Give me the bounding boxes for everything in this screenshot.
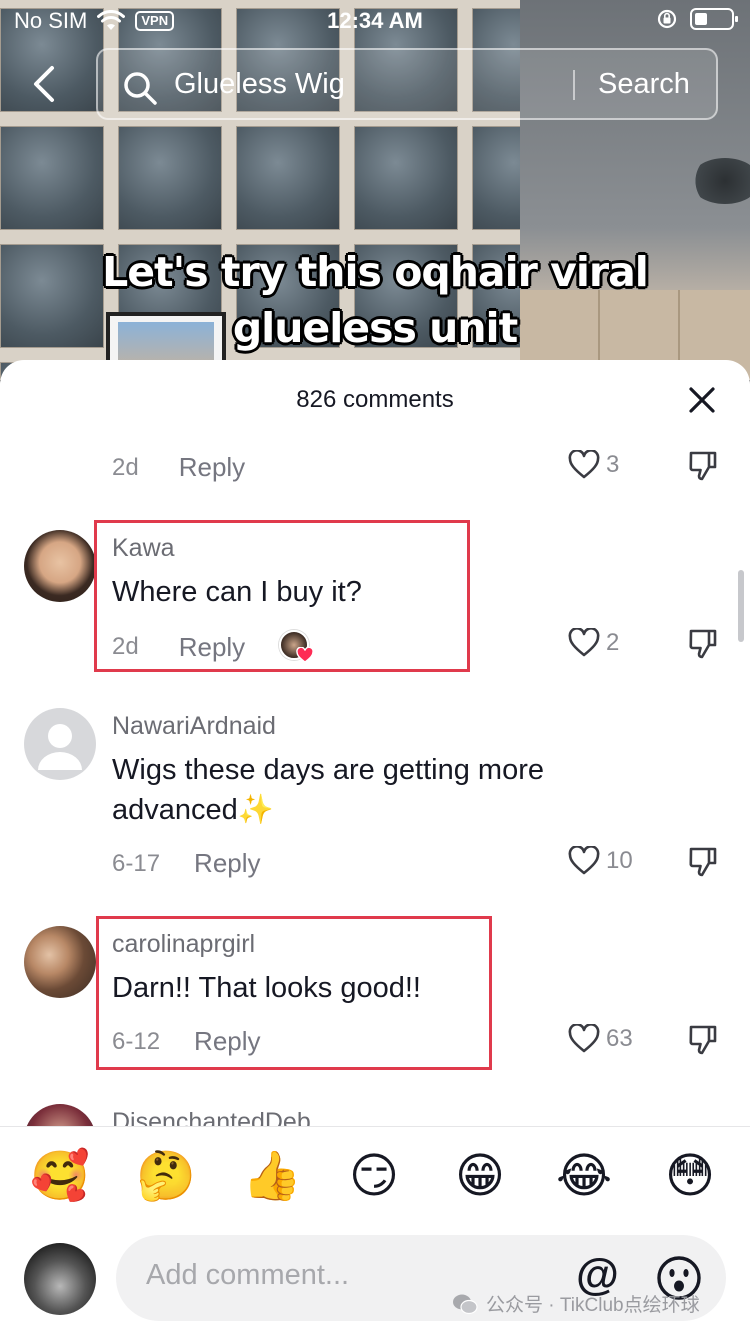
comment-text: advanced✨ bbox=[112, 794, 274, 826]
video-caption-line2: glueless unit bbox=[232, 304, 518, 352]
avatar[interactable] bbox=[24, 708, 96, 780]
comment-text: Wigs these days are getting more bbox=[112, 754, 544, 786]
back-button[interactable] bbox=[26, 62, 66, 106]
comment-placeholder: Add comment... bbox=[146, 1259, 350, 1291]
comments-count-title: 826 comments bbox=[296, 386, 454, 413]
dislike-icon[interactable] bbox=[688, 628, 718, 660]
comment-date: 6-17 bbox=[112, 849, 161, 877]
search-divider bbox=[573, 70, 575, 100]
emoji-smiling-hearts[interactable]: 🥰 bbox=[30, 1149, 90, 1205]
emoji-thumbs-up[interactable]: 👍 bbox=[242, 1149, 302, 1205]
comment-username[interactable]: NawariArdnaid bbox=[112, 712, 276, 741]
close-icon[interactable] bbox=[688, 386, 716, 414]
avatar[interactable] bbox=[24, 530, 96, 602]
emoji-smirk[interactable]: 😏 bbox=[346, 1149, 402, 1205]
reply-button[interactable]: Reply bbox=[179, 452, 245, 483]
ceiling-lamp bbox=[690, 158, 750, 204]
dislike-icon[interactable] bbox=[688, 846, 718, 878]
like-count: 2 bbox=[606, 629, 620, 656]
like-button[interactable]: 63 bbox=[568, 1024, 633, 1054]
like-count: 3 bbox=[606, 451, 620, 478]
dislike-icon[interactable] bbox=[688, 1024, 718, 1056]
highlight-box bbox=[96, 916, 492, 1070]
status-bar: No SIM VPN 12:34 AM bbox=[0, 0, 750, 40]
watermark: 公众号 · TikClub点绘环球 bbox=[452, 1290, 700, 1317]
emoji-flushed[interactable]: 😳 bbox=[662, 1149, 718, 1205]
watermark-text: 公众号 · TikClub点绘环球 bbox=[486, 1295, 700, 1316]
like-button[interactable]: 3 bbox=[568, 450, 619, 480]
status-time: 12:34 AM bbox=[327, 8, 423, 33]
heart-icon bbox=[568, 1024, 600, 1053]
default-avatar-icon bbox=[38, 724, 82, 770]
reply-button[interactable]: Reply bbox=[194, 848, 260, 879]
emoji-tears-of-joy[interactable]: 😂 bbox=[556, 1149, 612, 1205]
search-button[interactable]: Search bbox=[598, 68, 690, 101]
like-button[interactable]: 2 bbox=[568, 628, 619, 658]
video-caption-line1: Let's try this oqhair viral bbox=[102, 248, 649, 296]
like-count: 63 bbox=[606, 1025, 633, 1052]
rotation-lock-icon bbox=[657, 9, 677, 29]
emoji-thinking[interactable]: 🤔 bbox=[136, 1149, 196, 1205]
avatar[interactable] bbox=[24, 926, 96, 998]
comment-date: 2d bbox=[112, 453, 139, 481]
quick-emoji-row: 🥰 🤔 👍 😏 😁 😂 😳 bbox=[0, 1149, 750, 1209]
heart-icon bbox=[568, 846, 600, 875]
search-icon bbox=[124, 72, 157, 105]
heart-icon bbox=[568, 628, 600, 657]
emoji-grin[interactable]: 😁 bbox=[452, 1149, 508, 1205]
like-count: 10 bbox=[606, 847, 633, 874]
dislike-icon[interactable] bbox=[688, 450, 718, 482]
like-button[interactable]: 10 bbox=[568, 846, 633, 876]
wechat-icon bbox=[453, 1294, 478, 1314]
highlight-box bbox=[94, 520, 470, 672]
partial-comment-meta: 2d Reply bbox=[112, 452, 245, 483]
battery-icon bbox=[690, 8, 738, 30]
scrollbar-thumb[interactable] bbox=[738, 570, 744, 642]
heart-icon bbox=[568, 450, 600, 479]
current-user-avatar[interactable] bbox=[24, 1243, 96, 1315]
battery-level bbox=[695, 13, 707, 25]
comment-meta: 6-17 Reply bbox=[112, 848, 261, 879]
search-bar[interactable]: Glueless Wig Search bbox=[96, 48, 718, 120]
chevron-left-icon bbox=[34, 66, 54, 102]
search-query[interactable]: Glueless Wig bbox=[174, 68, 345, 101]
